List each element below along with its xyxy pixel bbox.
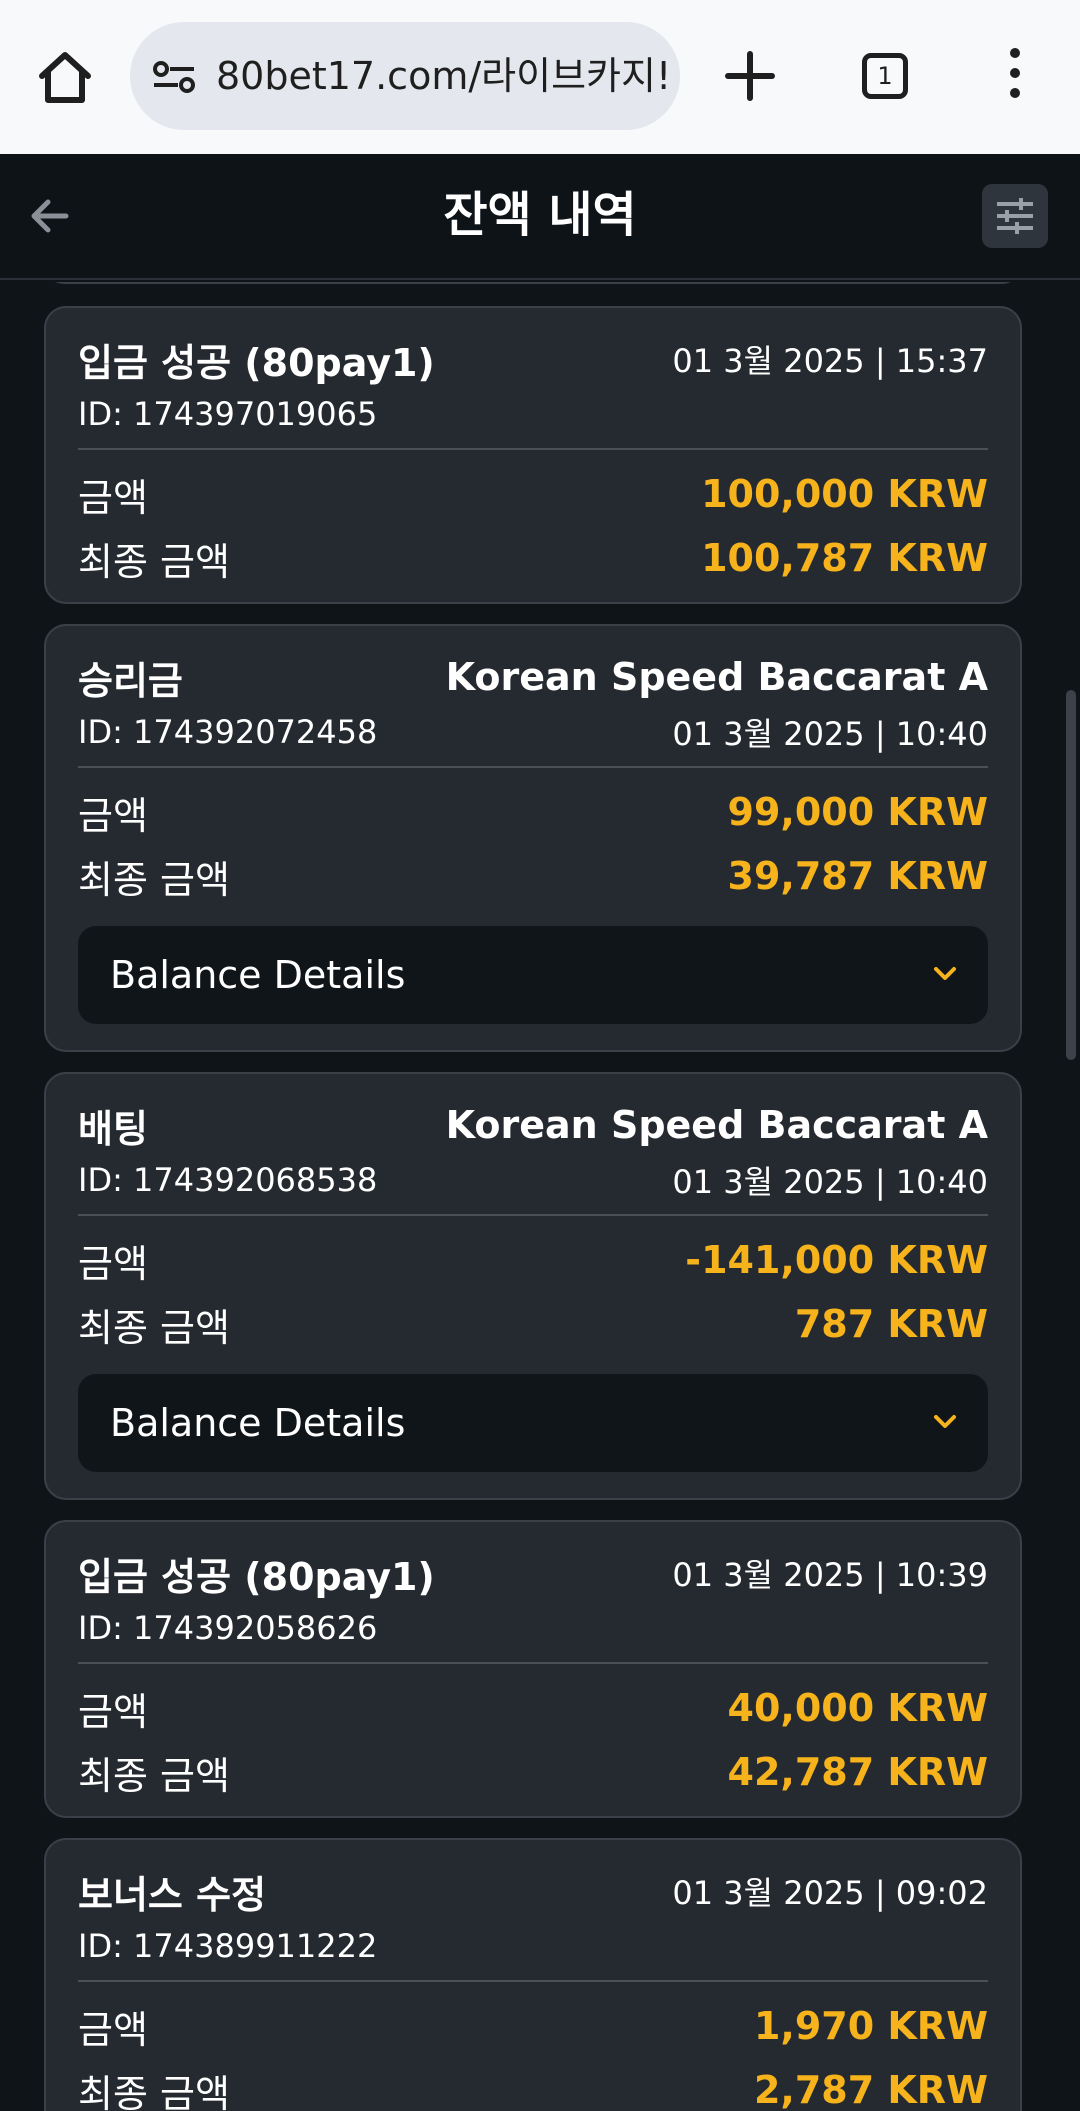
transaction-id: ID: 174397019065 [78,395,378,433]
amount-value: 100,000 KRW [701,472,988,516]
divider [78,448,988,450]
final-amount-label: 최종 금액 [78,1305,230,1350]
final-amount-value: 2,787 KRW [753,2068,988,2111]
transaction-type: 배팅 [78,1106,148,1151]
final-amount-label: 최종 금액 [78,857,230,902]
divider [78,1214,988,1216]
transaction-card: 입금 성공 (80pay1) 01 3월 2025 | 15:37 ID: 17… [44,306,1022,604]
transaction-card: 배팅 Korean Speed Baccarat A ID: 174392068… [44,1072,1022,1500]
transaction-type: 승리금 [78,658,183,703]
final-amount-value: 39,787 KRW [727,854,989,898]
transaction-id: ID: 174389911222 [78,1927,378,1965]
transaction-card: 보너스 수정 01 3월 2025 | 09:02 ID: 1743899112… [44,1838,1022,2111]
previous-card-edge [44,282,1022,284]
site-settings-icon[interactable] [152,60,196,94]
amount-label: 금액 [78,475,148,520]
browser-toolbar: 80bet17.com/라이브카지! 1 [0,0,1080,154]
transaction-id: ID: 174392058626 [78,1609,378,1647]
balance-details-label: Balance Details [110,953,406,997]
home-icon[interactable] [36,50,94,104]
amount-value: 1,970 KRW [753,2004,988,2048]
balance-history-list[interactable]: 입금 성공 (80pay1) 01 3월 2025 | 15:37 ID: 17… [0,282,1080,2111]
divider [78,1980,988,1982]
amount-label: 금액 [78,793,148,838]
amount-label: 금액 [78,1241,148,1286]
final-amount-value: 100,787 KRW [701,536,988,580]
chevron-down-icon [934,967,956,980]
balance-details-toggle[interactable]: Balance Details [78,1374,988,1472]
transaction-id: ID: 174392068538 [78,1161,378,1199]
transaction-card: 승리금 Korean Speed Baccarat A ID: 17439207… [44,624,1022,1052]
transaction-datetime: 01 3월 2025 | 15:37 [672,342,988,380]
final-amount-label: 최종 금액 [78,2071,230,2111]
amount-value: 40,000 KRW [727,1686,989,1730]
filter-sliders-icon [997,198,1033,234]
divider [78,766,988,768]
transaction-datetime: 01 3월 2025 | 10:39 [672,1556,988,1594]
amount-label: 금액 [78,2007,148,2052]
balance-details-toggle[interactable]: Balance Details [78,926,988,1024]
amount-label: 금액 [78,1689,148,1734]
amount-value: 99,000 KRW [727,790,989,834]
transaction-type: 보너스 수정 [78,1872,267,1917]
app-header: 잔액 내역 [0,154,1080,280]
address-bar[interactable]: 80bet17.com/라이브카지! [130,22,680,130]
more-menu-icon[interactable] [1000,48,1030,108]
amount-value: -141,000 KRW [685,1238,988,1282]
final-amount-value: 787 KRW [794,1302,988,1346]
game-name: Korean Speed Baccarat A [445,655,988,699]
filter-button[interactable] [982,184,1048,248]
transaction-datetime: 01 3월 2025 | 10:40 [672,715,988,753]
transaction-datetime: 01 3월 2025 | 09:02 [672,1874,988,1912]
final-amount-label: 최종 금액 [78,539,230,584]
transaction-card: 입금 성공 (80pay1) 01 3월 2025 | 10:39 ID: 17… [44,1520,1022,1818]
game-name: Korean Speed Baccarat A [445,1103,988,1147]
balance-details-label: Balance Details [110,1401,406,1445]
divider [78,1662,988,1664]
transaction-id: ID: 174392072458 [78,713,378,751]
final-amount-value: 42,787 KRW [727,1750,989,1794]
scrollbar[interactable] [1066,690,1076,1060]
transaction-type: 입금 성공 (80pay1) [78,340,435,385]
url-text[interactable]: 80bet17.com/라이브카지! [216,49,666,103]
chevron-down-icon [934,1415,956,1428]
final-amount-label: 최종 금액 [78,1753,230,1798]
transaction-datetime: 01 3월 2025 | 10:40 [672,1163,988,1201]
new-tab-icon[interactable] [724,50,776,102]
tab-switcher-button[interactable]: 1 [862,53,908,99]
page-title: 잔액 내역 [443,187,637,243]
transaction-type: 입금 성공 (80pay1) [78,1554,435,1599]
